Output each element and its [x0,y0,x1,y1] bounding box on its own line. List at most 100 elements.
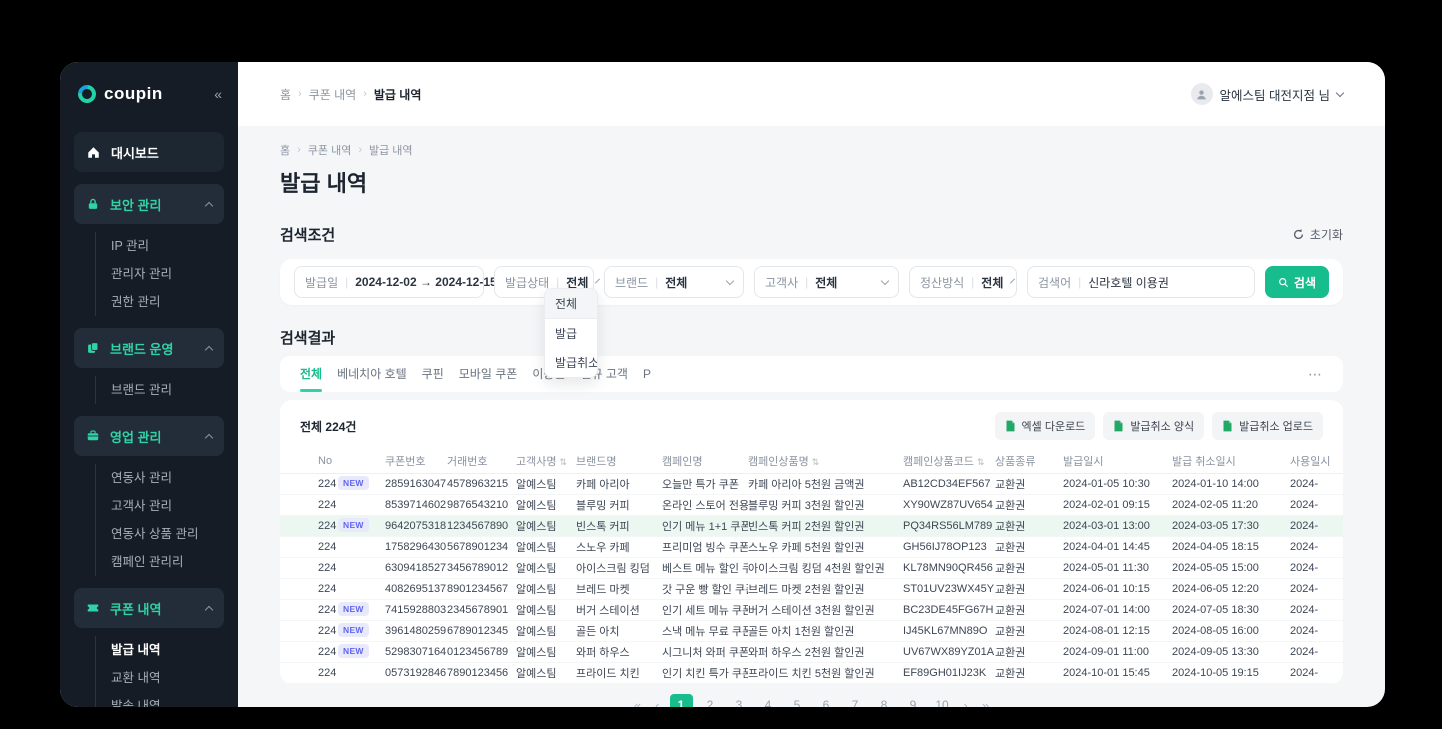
page-number[interactable]: 8 [873,694,896,707]
results-tab[interactable]: P [643,356,651,392]
sort-icon[interactable]: ⇅ [812,457,820,467]
more-tabs-icon[interactable]: ⋯ [1308,366,1323,383]
sidebar-item-issue-history[interactable]: 발급 내역 [111,636,224,664]
first-page-button[interactable]: « [630,698,645,708]
sidebar-item-ip[interactable]: IP 관리 [111,232,224,260]
cell-product: 블루밍 커피 3천원 할인권 [748,500,865,512]
brand-select[interactable]: 브랜드 | 전체 [604,266,744,298]
reset-button[interactable]: 초기화 [1292,226,1343,243]
column-header[interactable]: 캠페인상품명 ⇅ [748,453,903,469]
breadcrumb-mid[interactable]: 쿠폰 내역 [308,142,352,158]
page-number[interactable]: 6 [815,694,838,707]
table-action-button[interactable]: 발급취소 업로드 [1212,412,1323,440]
table-row[interactable]: 224 NEW 2859163047 4578963215 알예스팀 카페 아리… [280,474,1343,495]
page-number[interactable]: 5 [786,694,809,707]
sidebar-collapse-icon[interactable]: « [214,86,222,102]
table-row[interactable]: 224 NEW 4082695137 8901234567 알예스팀 브레드 마… [280,579,1343,600]
page-number[interactable]: 1 [669,694,693,707]
user-menu[interactable]: 알에스팀 대전지점 님 [1190,83,1345,105]
table-row[interactable]: 224 NEW 8539714602 9876543210 알예스팀 블루밍 커… [280,495,1343,516]
cell-used-at: 2024- [1290,583,1319,595]
sidebar-item-brand-manage[interactable]: 브랜드 관리 [111,376,224,404]
table-row[interactable]: 224 NEW 1758296430 5678901234 알예스팀 스노우 카… [280,537,1343,558]
table-row[interactable]: 224 NEW 0573192846 7890123456 알예스팀 프라이드 … [280,663,1343,684]
sidebar-group-sales[interactable]: 영업 관리 [74,416,224,456]
column-header[interactable]: 고객사명 ⇅ [516,453,576,469]
results-tab[interactable]: 베네치아 호텔 [337,356,407,392]
table-row[interactable]: 224 NEW 9642075318 1234567890 알예스팀 빈스톡 커… [280,516,1343,537]
next-page-button[interactable]: › [960,698,972,708]
cell-new-badge: NEW [338,665,385,682]
sidebar-group-brand[interactable]: 브랜드 운영 [74,328,224,368]
page-number[interactable]: 7 [844,694,867,707]
page-number[interactable]: 3 [728,694,751,707]
search-button[interactable]: 검색 [1264,266,1329,298]
column-header[interactable]: 쿠폰번호⇅ [385,453,447,469]
table-action-button[interactable]: 발급취소 양식 [1103,412,1205,440]
sidebar-item-permission[interactable]: 권한 관리 [111,288,224,316]
column-header[interactable]: 발급일시⇅ [1063,453,1172,469]
page-number[interactable]: 4 [757,694,780,707]
field-label: 정산방식 [920,275,965,290]
sort-icon[interactable]: ⇅ [977,457,985,467]
cell-type: 교환권 [995,500,1026,512]
dropdown-option[interactable]: 전체 [545,289,597,319]
sidebar-item-exchange-history[interactable]: 교환 내역 [111,664,224,692]
column-header[interactable]: 캠페인상품코드 ⇅ [903,453,995,469]
results-tab[interactable]: 전체 [300,356,323,392]
results-tab[interactable]: 모바일 쿠폰 [459,356,518,392]
sidebar-item-admin[interactable]: 관리자 관리 [111,260,224,288]
breadcrumb-home[interactable]: 홈 [280,142,290,158]
sidebar-group-security[interactable]: 보안 관리 [74,184,224,224]
cell-product: 프라이드 치킨 5천원 할인권 [748,668,875,680]
table-header-row: No⇅ 쿠폰번호⇅ 거래번호⇅ 고객사명⇅ 브랜드명⇅ 캠페인명⇅ [280,448,1343,474]
page-number[interactable]: 10 [931,694,954,707]
cell-product: 카페 아리아 5천원 금액권 [748,479,865,491]
cell-new-badge: NEW [338,622,385,640]
cell-code: GH56IJ78OP123 [903,541,987,553]
column-header[interactable]: 브랜드명⇅ [576,453,662,469]
column-header[interactable]: 발급 취소일시⇅ [1172,453,1290,469]
date-range-field[interactable]: 발급일 | 2024-12-02 → 2024-12-15 [294,266,515,298]
table-row[interactable]: 224 NEW 5298307164 0123456789 알예스팀 와퍼 하우… [280,642,1343,663]
breadcrumb-home[interactable]: 홈 [280,86,291,103]
status-dropdown: 전체 발급 발급취소 [544,288,598,378]
column-header[interactable]: No⇅ [318,455,385,467]
brand-value: 전체 [665,275,688,290]
table-row[interactable]: 224 NEW 7415928803 2345678901 알예스팀 버거 스테… [280,600,1343,621]
settlement-select[interactable]: 정산방식 | 전체 [909,266,1017,298]
cell-used-at: 2024- [1290,562,1319,574]
cell-coupon-no: 7415928803 [385,604,447,616]
prev-page-button[interactable]: ‹ [651,698,663,708]
sidebar-item-customer[interactable]: 고객사 관리 [111,492,224,520]
cell-issued-at: 2024-07-01 14:00 [1063,604,1150,616]
sidebar-item-label: 대시보드 [111,145,159,161]
sort-icon[interactable]: ⇅ [559,457,567,467]
column-header[interactable]: 상품종류⇅ [995,453,1063,469]
table-row[interactable]: 224 NEW 3961480259 6789012345 알예스팀 골든 아치… [280,621,1343,642]
customer-select[interactable]: 고객사 | 전체 [754,266,899,298]
sidebar-item-dashboard[interactable]: 대시보드 [74,132,224,172]
page-number[interactable]: 9 [902,694,925,707]
table-action-button[interactable]: 엑셀 다운로드 [994,412,1096,440]
cell-canceled-at: 2024-06-05 12:20 [1172,583,1259,595]
sidebar-item-partner-product[interactable]: 연동사 상품 관리 [111,520,224,548]
column-header[interactable]: 사용일시⇅ [1290,453,1343,469]
keyword-input[interactable]: 검색어 | 신라호텔 이용권 [1027,266,1255,298]
search-section-header: 검색조건 초기화 [280,224,1343,245]
sidebar-group-coupon-history[interactable]: 쿠폰 내역 [74,588,224,628]
dropdown-option[interactable]: 발급취소 [545,348,597,377]
column-header[interactable]: 거래번호⇅ [447,453,516,469]
sidebar-item-partner[interactable]: 연동사 관리 [111,464,224,492]
sidebar-item-send-history[interactable]: 발송 내역 [111,692,224,707]
breadcrumb-mid[interactable]: 쿠폰 내역 [309,86,357,103]
sidebar-item-campaign[interactable]: 캠페인 관리리 [111,548,224,576]
page-number[interactable]: 2 [699,694,722,707]
cell-no: 224 [318,625,337,637]
table-row[interactable]: 224 NEW 6309418527 3456789012 알예스팀 아이스크림… [280,558,1343,579]
cell-used-at: 2024- [1290,646,1319,658]
last-page-button[interactable]: » [978,698,993,708]
dropdown-option[interactable]: 발급 [545,319,597,348]
column-header[interactable]: 캠페인명⇅ [662,453,748,469]
results-tab[interactable]: 쿠핀 [422,356,444,392]
